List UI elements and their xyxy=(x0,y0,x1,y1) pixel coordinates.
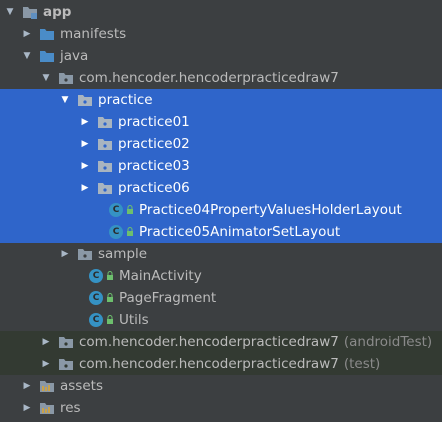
tree-item-practice03[interactable]: ▶ practice03 xyxy=(0,155,442,177)
collapsed-arrow-icon[interactable]: ▶ xyxy=(59,243,71,265)
collapsed-arrow-icon[interactable]: ▶ xyxy=(79,111,91,133)
tree-item-manifests[interactable]: ▶ manifests xyxy=(0,23,442,45)
tree-item-label: practice01 xyxy=(118,114,190,130)
tree-item-label: sample xyxy=(98,246,148,262)
tree-item-page-fragment[interactable]: C PageFragment xyxy=(0,287,442,309)
collapsed-arrow-icon[interactable]: ▶ xyxy=(79,133,91,155)
class-icon: C xyxy=(109,203,123,217)
package-icon xyxy=(97,115,113,129)
package-icon xyxy=(97,181,113,195)
assets-folder-icon xyxy=(39,379,55,393)
collapsed-arrow-icon[interactable]: ▶ xyxy=(40,331,52,353)
package-icon xyxy=(58,71,74,85)
tree-item-practice05-layout[interactable]: C Practice05AnimatorSetLayout xyxy=(0,221,442,243)
tree-item-package-test[interactable]: ▶ com.hencoder.hencoderpracticedraw7 (te… xyxy=(0,353,442,375)
tree-item-label: java xyxy=(60,48,89,64)
expanded-arrow-icon[interactable]: ▼ xyxy=(59,89,71,111)
tree-item-main-activity[interactable]: C MainActivity xyxy=(0,265,442,287)
tree-item-assets[interactable]: ▶ assets xyxy=(0,375,442,397)
package-icon xyxy=(58,335,74,349)
lock-icon xyxy=(106,271,114,281)
package-icon xyxy=(97,159,113,173)
collapsed-arrow-icon[interactable]: ▶ xyxy=(79,177,91,199)
package-icon xyxy=(77,247,93,261)
tree-item-label: PageFragment xyxy=(119,290,217,306)
tree-item-label: com.hencoder.hencoderpracticedraw7 xyxy=(79,356,339,372)
tree-item-practice01[interactable]: ▶ practice01 xyxy=(0,111,442,133)
collapsed-arrow-icon[interactable]: ▶ xyxy=(21,375,33,397)
collapsed-arrow-icon[interactable]: ▶ xyxy=(21,397,33,419)
tree-item-label: practice xyxy=(98,92,153,108)
collapsed-arrow-icon[interactable]: ▶ xyxy=(79,155,91,177)
module-folder-icon xyxy=(22,5,38,19)
tree-item-label: MainActivity xyxy=(119,268,202,284)
class-icon: C xyxy=(89,269,103,283)
collapsed-arrow-icon[interactable]: ▶ xyxy=(40,353,52,375)
tree-item-label: assets xyxy=(60,378,103,394)
tree-item-app[interactable]: ▼ app xyxy=(0,1,442,23)
tree-item-suffix: (androidTest) xyxy=(343,334,433,350)
tree-item-sample[interactable]: ▶ sample xyxy=(0,243,442,265)
tree-item-utils[interactable]: C Utils xyxy=(0,309,442,331)
project-tree: ▼ app ▶ manifests ▼ java ▼ com.hencoder.… xyxy=(0,0,442,422)
tree-item-package-android-test[interactable]: ▶ com.hencoder.hencoderpracticedraw7 (an… xyxy=(0,331,442,353)
tree-item-label: practice02 xyxy=(118,136,190,152)
package-icon xyxy=(58,357,74,371)
class-icon: C xyxy=(89,291,103,305)
class-icon: C xyxy=(109,225,123,239)
source-folder-icon xyxy=(39,49,55,63)
expanded-arrow-icon[interactable]: ▼ xyxy=(4,1,16,23)
tree-item-label: manifests xyxy=(60,26,127,42)
tree-item-label: practice06 xyxy=(118,180,190,196)
tree-item-label: com.hencoder.hencoderpracticedraw7 xyxy=(79,70,339,86)
tree-item-label: practice03 xyxy=(118,158,190,174)
tree-item-res[interactable]: ▶ res xyxy=(0,397,442,419)
resources-folder-icon xyxy=(39,401,55,415)
class-icon: C xyxy=(89,313,103,327)
tree-item-practice06[interactable]: ▶ practice06 xyxy=(0,177,442,199)
tree-item-label: res xyxy=(60,400,81,416)
package-icon xyxy=(97,137,113,151)
expanded-arrow-icon[interactable]: ▼ xyxy=(40,67,52,89)
expanded-arrow-icon[interactable]: ▼ xyxy=(21,45,33,67)
tree-item-label: Practice05AnimatorSetLayout xyxy=(139,224,341,240)
tree-item-practice02[interactable]: ▶ practice02 xyxy=(0,133,442,155)
tree-item-label: app xyxy=(43,4,72,20)
lock-icon xyxy=(106,315,114,325)
tree-item-label: Practice04PropertyValuesHolderLayout xyxy=(139,202,402,218)
lock-icon xyxy=(126,205,134,215)
tree-item-label: Utils xyxy=(119,312,149,328)
tree-item-practice04-layout[interactable]: C Practice04PropertyValuesHolderLayout xyxy=(0,199,442,221)
tree-item-java[interactable]: ▼ java xyxy=(0,45,442,67)
lock-icon xyxy=(106,293,114,303)
lock-icon xyxy=(126,227,134,237)
package-icon xyxy=(77,93,93,107)
collapsed-arrow-icon[interactable]: ▶ xyxy=(21,23,33,45)
tree-item-label: com.hencoder.hencoderpracticedraw7 xyxy=(79,334,339,350)
tree-item-practice[interactable]: ▼ practice xyxy=(0,89,442,111)
tree-item-package-main[interactable]: ▼ com.hencoder.hencoderpracticedraw7 xyxy=(0,67,442,89)
folder-icon xyxy=(39,27,55,41)
tree-item-suffix: (test) xyxy=(343,356,381,372)
